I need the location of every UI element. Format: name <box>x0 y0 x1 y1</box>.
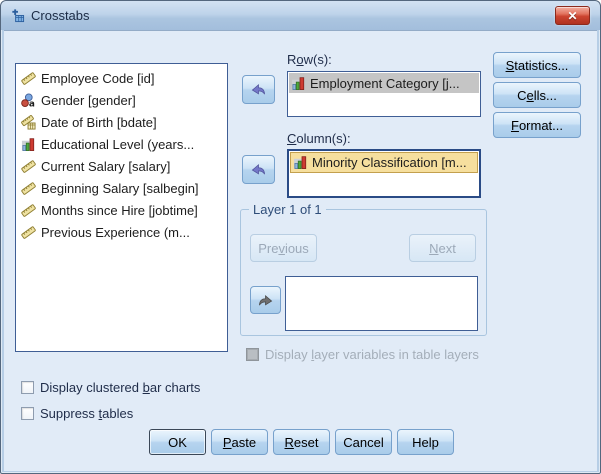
cancel-button[interactable]: Cancel <box>335 429 392 455</box>
list-item[interactable]: Gender [gender] <box>16 89 227 111</box>
list-item[interactable]: Employee Code [id] <box>16 67 227 89</box>
ordinal-icon <box>291 76 306 91</box>
close-button[interactable]: ✕ <box>555 6 590 25</box>
paste-button[interactable]: Paste <box>211 429 268 455</box>
variable-label: Previous Experience (m... <box>41 224 190 240</box>
clustered-bar-label: Display clustered bar charts <box>40 380 201 395</box>
crosstabs-app-icon <box>10 8 25 23</box>
variable-label: Educational Level (years... <box>41 136 195 152</box>
scale-icon <box>21 159 36 174</box>
ordinal-icon <box>21 137 36 152</box>
list-item[interactable]: Beginning Salary [salbegin] <box>16 177 227 199</box>
list-item[interactable]: Current Salary [salary] <box>16 155 227 177</box>
move-to-layer-button[interactable] <box>250 286 281 314</box>
scale-icon <box>21 203 36 218</box>
layer-group: Layer 1 of 1 Pre v ious Next <box>240 202 487 336</box>
variable-label: Employee Code [id] <box>41 70 155 86</box>
scale-icon <box>21 225 36 240</box>
dialog-body: Employee Code [id] Gender [gender] Date … <box>4 30 597 471</box>
window-title: Crosstabs <box>31 8 90 23</box>
close-icon: ✕ <box>567 8 578 23</box>
arrow-left-icon <box>251 82 266 97</box>
rows-label: Row(s): <box>287 52 332 67</box>
next-button[interactable]: Next <box>409 234 476 262</box>
variable-label: Date of Birth [bdate] <box>41 114 157 130</box>
crosstabs-dialog: Crosstabs ✕ Employee Code [id] Gender [g… <box>0 0 601 474</box>
arrow-left-icon <box>251 162 266 177</box>
checkbox-unchecked-icon[interactable] <box>21 407 34 420</box>
move-to-rows-button[interactable] <box>242 75 275 104</box>
checkbox-unchecked-disabled-icon[interactable] <box>246 348 259 361</box>
scale-date-icon <box>21 115 36 130</box>
variable-label: Current Salary [salary] <box>41 158 171 174</box>
variable-list[interactable]: Employee Code [id] Gender [gender] Date … <box>15 63 228 352</box>
arrow-right-icon <box>258 293 273 308</box>
statistics-button[interactable]: Statistics... <box>493 52 581 78</box>
variable-label: Minority Classification [m... <box>312 155 467 170</box>
list-item[interactable]: Previous Experience (m... <box>16 221 227 243</box>
nominal-icon <box>21 93 36 108</box>
columns-label: Column(s): <box>287 131 351 146</box>
move-to-columns-button[interactable] <box>242 155 275 184</box>
list-item[interactable]: Date of Birth [bdate] <box>16 111 227 133</box>
ok-button[interactable]: OK <box>149 429 206 455</box>
display-layer-variables-checkbox-row: Display layer variables in table layers <box>246 347 479 362</box>
list-item[interactable]: Employment Category [j... <box>289 73 479 93</box>
display-layer-variables-label: Display layer variables in table layers <box>265 347 479 362</box>
rows-list[interactable]: Employment Category [j... <box>287 71 481 117</box>
format-button[interactable]: Format... <box>493 112 581 138</box>
variable-label: Beginning Salary [salbegin] <box>41 180 199 196</box>
titlebar[interactable]: Crosstabs <box>1 1 600 30</box>
scale-icon <box>21 181 36 196</box>
reset-button[interactable]: Reset <box>273 429 330 455</box>
suppress-tables-label: Suppress tables <box>40 406 134 421</box>
suppress-tables-checkbox-row: Suppress tables <box>21 406 133 421</box>
previous-button[interactable]: Pre v ious <box>250 234 317 262</box>
variable-label: Employment Category [j... <box>310 75 460 91</box>
list-item[interactable]: Educational Level (years... <box>16 133 227 155</box>
clustered-bar-checkbox-row: Display clustered bar charts <box>21 380 200 395</box>
variable-label: Months since Hire [jobtime] <box>41 202 198 218</box>
columns-list[interactable]: Minority Classification [m... <box>287 149 481 198</box>
list-item[interactable]: Months since Hire [jobtime] <box>16 199 227 221</box>
layer-group-title: Layer 1 of 1 <box>249 202 326 217</box>
cells-button[interactable]: Ce lls... <box>493 82 581 108</box>
variable-label: Gender [gender] <box>41 92 136 108</box>
help-button[interactable]: Help <box>397 429 454 455</box>
list-item[interactable]: Minority Classification [m... <box>290 152 478 173</box>
ordinal-icon <box>293 155 308 170</box>
scale-icon <box>21 71 36 86</box>
layer-list[interactable] <box>285 276 478 331</box>
checkbox-unchecked-icon[interactable] <box>21 381 34 394</box>
